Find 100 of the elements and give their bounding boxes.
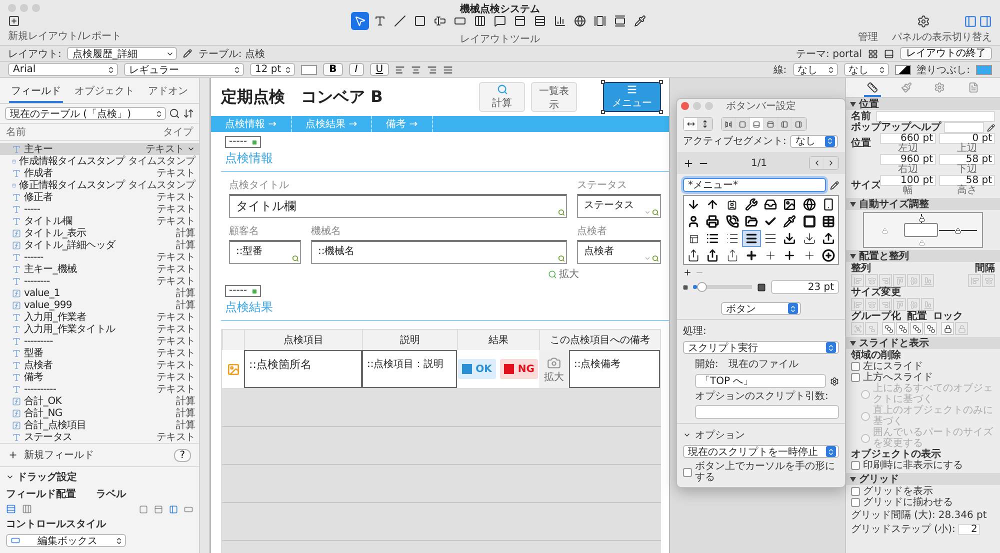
coordinate-field[interactable]: 960 pt	[880, 154, 936, 165]
layout-select[interactable]: 点検履歴_詳細	[67, 47, 178, 60]
action-select[interactable]: スクリプト実行	[683, 341, 839, 354]
new-field-label[interactable]: 新規フィールド	[24, 448, 168, 462]
style-select[interactable]: レギュラー	[124, 63, 244, 76]
field-list-item[interactable]: 入力用_作業タイトル テキスト	[0, 323, 199, 335]
section-title: グリッド	[859, 473, 899, 486]
field-type: テキスト	[156, 263, 195, 276]
input-field[interactable]: ::点検箇所名	[244, 350, 362, 388]
option-label: ボタン上でカーソルを手の形にする	[695, 461, 836, 483]
result-button[interactable]: NG	[500, 359, 538, 379]
coordinate-field[interactable]: 660 pt	[880, 133, 936, 144]
input-field[interactable]: ::点検項目：説明	[362, 350, 457, 388]
help-button[interactable]: ?	[174, 448, 191, 462]
field-name: ------	[24, 252, 44, 262]
field-list-item[interactable]: 作成者 テキスト	[0, 167, 199, 179]
field-name: 型番	[24, 346, 44, 360]
field-list-item[interactable]: 合計_OK 計算	[0, 395, 199, 407]
coordinate-label: 右辺	[898, 165, 918, 175]
layout-label: レイアウト:	[8, 48, 62, 60]
field-name: value_1	[24, 288, 61, 298]
active-segment-select[interactable]: なし	[790, 134, 838, 148]
column-header: 名前	[6, 126, 26, 139]
field-list-item[interactable]: --------- テキスト	[0, 335, 199, 347]
grid-step-field[interactable]: 2	[958, 524, 980, 534]
script-field[interactable]: 「TOP へ」	[695, 374, 826, 388]
field-list-item[interactable]: 入力用_作業者 テキスト	[0, 311, 199, 323]
field-label: 顧客名	[229, 224, 260, 238]
exit-layout-button[interactable]: レイアウトの終了	[900, 47, 992, 60]
type-select[interactable]: ボタン	[721, 302, 801, 315]
size-field[interactable]: 23 pt	[770, 280, 839, 294]
column-header: この点検項目への備考	[539, 330, 660, 350]
field-list-item[interactable]: 備考 テキスト	[0, 371, 199, 383]
coordinate-field[interactable]: 0 pt	[939, 133, 995, 144]
field-list-item[interactable]: 主キー テキスト	[0, 143, 199, 155]
input-field[interactable]: タイトル欄	[229, 194, 567, 218]
field-list-item[interactable]: 合計_点検項目 計算	[0, 419, 199, 431]
field-type: テキスト	[156, 167, 195, 180]
layout-button[interactable]: 一覧表示	[531, 82, 577, 112]
field-list-item[interactable]: 合計_NG 計算	[0, 407, 199, 419]
section-header[interactable]: 位置	[846, 98, 1000, 110]
field-list-item[interactable]: value_999 計算	[0, 299, 199, 311]
panel-tab[interactable]: フィールド	[8, 82, 63, 103]
field-name: -----	[24, 204, 42, 214]
layout-button[interactable]: 計算	[479, 82, 525, 112]
field-list-item[interactable]: value_1 計算	[0, 287, 199, 299]
table-select[interactable]: 現在のテーブル (「点検」)	[5, 107, 166, 120]
field-name: タイトル欄	[24, 214, 74, 228]
field-list-item[interactable]: 作成情報タイムスタンプ タイムスタンプ	[0, 155, 199, 167]
field-list-item[interactable]: 型番 テキスト	[0, 347, 199, 359]
field-name: 合計_点検項目	[24, 418, 88, 432]
size-select[interactable]: 12 pt	[250, 63, 296, 76]
field-list-item[interactable]: 点検者 テキスト	[0, 359, 199, 371]
size-field[interactable]: 58 pt	[939, 175, 995, 186]
toolbar-label: 新規レイアウト/レポート	[8, 30, 122, 43]
field-list-item[interactable]: 修正情報タイムスタンプ タイムスタンプ	[0, 179, 199, 191]
field-list-item[interactable]: -------- テキスト	[0, 275, 199, 287]
field-list-item[interactable]: タイトル_詳細ヘッダ 計算	[0, 239, 199, 251]
field-list-item[interactable]: タイトル欄 テキスト	[0, 215, 199, 227]
input-field[interactable]: ステータス	[577, 194, 661, 218]
field-name: 作成情報タイムスタンプ	[19, 154, 125, 168]
underline-button[interactable]: U	[370, 63, 390, 76]
size-field[interactable]: 100 pt	[880, 175, 936, 186]
option-label: 左にスライド	[863, 361, 923, 372]
field-list-item[interactable]: ------ テキスト	[0, 251, 199, 263]
coordinate-field[interactable]: 58 pt	[939, 154, 995, 165]
panel-tab[interactable]: オブジェクト	[72, 82, 136, 103]
input-field[interactable]: ::点検備考	[569, 350, 660, 388]
section-title: 配置と整列	[859, 250, 909, 262]
field-type: タイムスタンプ	[128, 154, 195, 168]
field-list-item[interactable]: ---------- テキスト	[0, 383, 199, 395]
field-list-item[interactable]: 主キー_機械 テキスト	[0, 263, 199, 275]
label-field[interactable]: *メニュー*	[683, 178, 826, 192]
control-style-select[interactable]: 編集ボックス	[6, 534, 126, 547]
field-label: ステータス	[577, 179, 628, 192]
input-field[interactable]: 点検者	[577, 240, 661, 264]
line-width-select[interactable]: なし	[844, 63, 889, 76]
italic-button[interactable]: I	[348, 63, 364, 76]
bold-button[interactable]: B	[323, 63, 343, 76]
field-list-item[interactable]: 修正者 テキスト	[0, 191, 199, 203]
options-select[interactable]: 現在のスクリプトを一時停止	[683, 445, 839, 458]
popup-help-label: ポップアップヘルプ	[851, 122, 941, 133]
theme-label: テーマ: portal	[796, 48, 862, 60]
section-header[interactable]: 配置と整列	[846, 250, 1000, 262]
field-list-item[interactable]: ----- テキスト	[0, 203, 199, 215]
field-list-item[interactable]: タイトル_表示 計算	[0, 227, 199, 239]
field-type: 計算	[176, 394, 195, 408]
field-badge: -----	[225, 285, 261, 297]
field-name: 備考	[24, 370, 44, 384]
section-header[interactable]: 自動サイズ調整	[846, 198, 1000, 210]
field-list-item[interactable]: ステータス テキスト	[0, 431, 199, 443]
section-header[interactable]: スライドと表示	[846, 337, 1000, 349]
section-header[interactable]: グリッド	[846, 473, 1000, 485]
font-select[interactable]: Arial	[8, 63, 118, 76]
zoom-link[interactable]: 拡大	[548, 267, 579, 281]
panel-tab[interactable]: アドオン	[146, 82, 190, 103]
input-field[interactable]: ::型番	[229, 240, 301, 264]
line-style-select[interactable]: なし	[792, 63, 838, 76]
column-header: 説明	[362, 330, 457, 350]
input-field[interactable]: ::機械名	[311, 240, 567, 264]
